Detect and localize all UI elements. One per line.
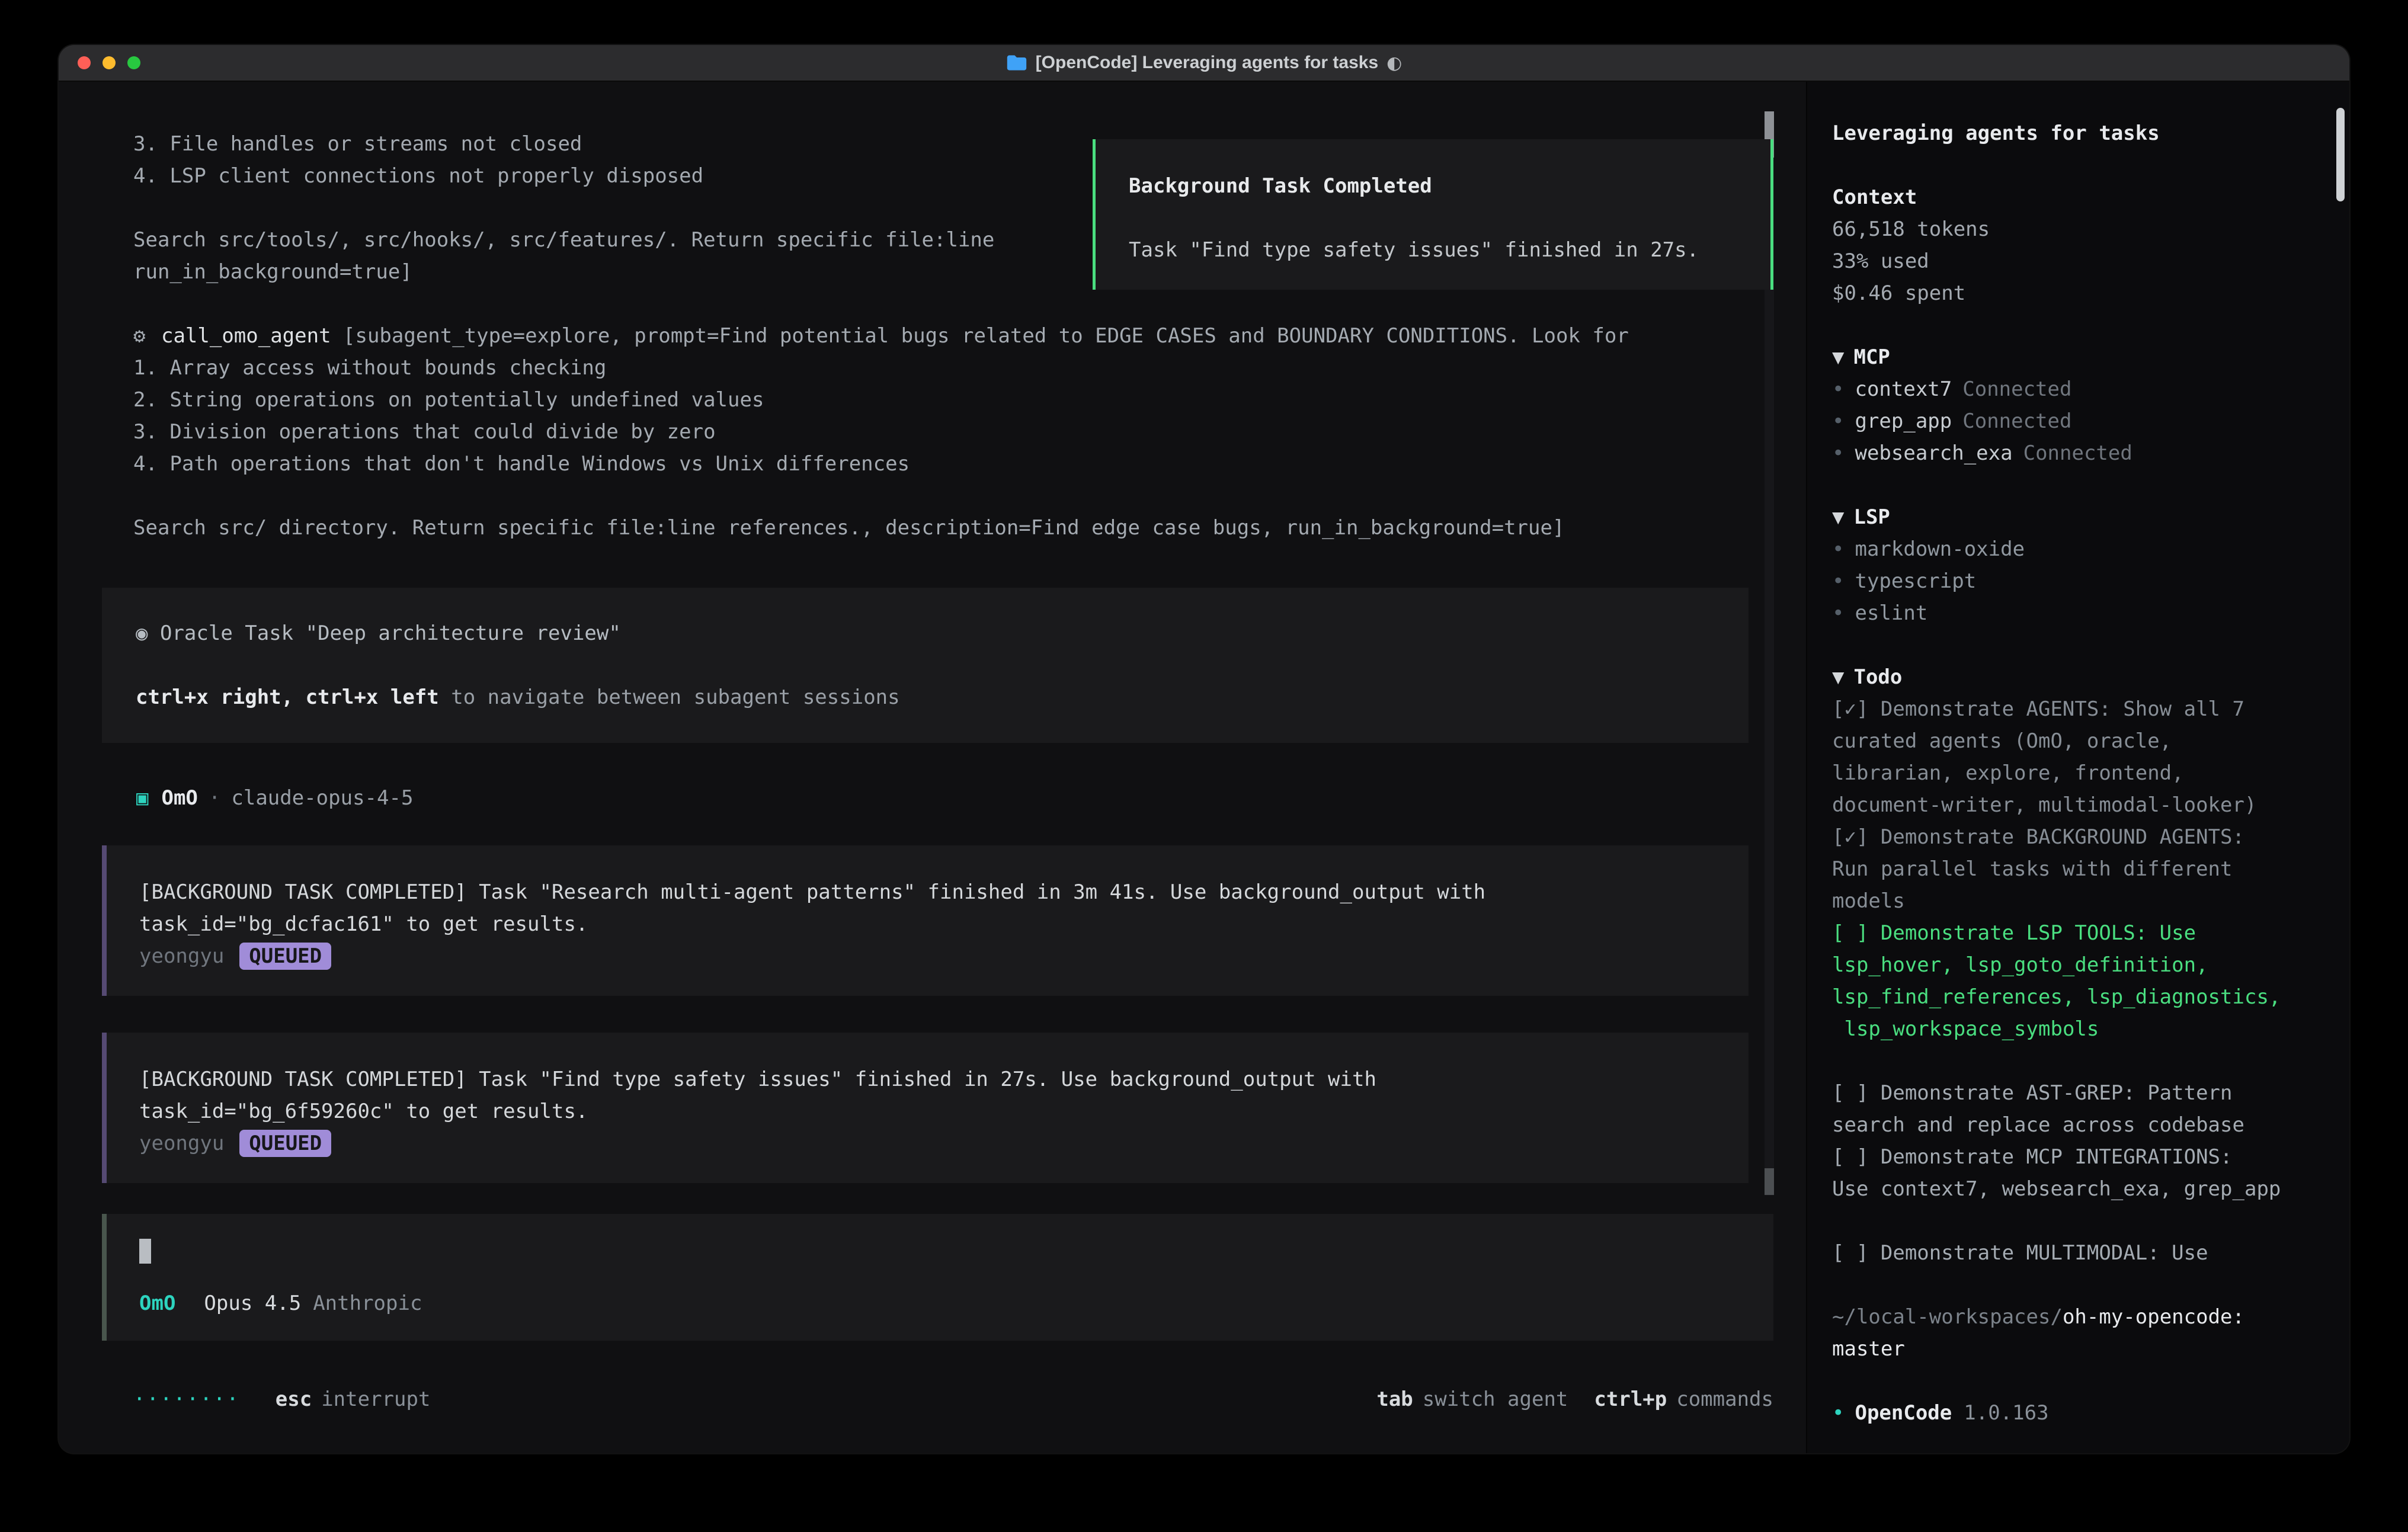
todo-item: [ ] Demonstrate MULTIMODAL: Use	[1832, 1237, 2326, 1269]
footer-agent-name: OmO	[139, 1287, 175, 1319]
mcp-status: Connected	[2023, 441, 2132, 465]
mcp-name: websearch_exa	[1855, 441, 2012, 465]
mcp-section-header[interactable]: ▼MCP	[1832, 341, 2326, 373]
tab-key-hint: tab	[1376, 1383, 1413, 1415]
sidebar: Leveraging agents for tasks Context 66,5…	[1806, 82, 2349, 1453]
context-tokens: 66,518 tokens	[1832, 213, 2326, 245]
todo-item: [ ] Demonstrate LSP TOOLS: Use lsp_hover…	[1832, 917, 2326, 1045]
chevron-down-icon: ▼	[1832, 505, 1844, 529]
toast-body: Task "Find type safety issues" finished …	[1129, 234, 1737, 266]
agent-model: claude-opus-4-5	[231, 786, 413, 810]
mcp-item: • context7 Connected	[1832, 373, 2326, 405]
input-footer: OmO Opus 4.5 Anthropic	[139, 1287, 1741, 1319]
footer-provider-name: Anthropic	[313, 1287, 422, 1319]
bullet-icon: •	[1832, 1401, 1844, 1425]
session-title: Leveraging agents for tasks	[1832, 117, 2326, 149]
todo-section-header[interactable]: ▼Todo	[1832, 661, 2326, 693]
window-title-text: [OpenCode] Leveraging agents for tasks	[1036, 53, 1378, 73]
lsp-item: • eslint	[1832, 597, 2326, 629]
status-badge: QUEUED	[239, 1130, 331, 1157]
folder-icon	[1006, 54, 1027, 72]
context-header: Context	[1832, 181, 2326, 213]
message-author: yeongyu	[139, 1127, 224, 1159]
todo-item: [ ] Demonstrate AST-GREP: Pattern search…	[1832, 1077, 2326, 1141]
esc-key-hint: esc	[276, 1383, 312, 1415]
oracle-radio-icon: ◉	[136, 621, 148, 645]
status-badge: QUEUED	[239, 943, 331, 970]
busy-indicator-icon: ◐	[1386, 53, 1402, 73]
lsp-item: • typescript	[1832, 565, 2326, 597]
message-text: [BACKGROUND TASK COMPLETED] Task "Find t…	[139, 1063, 1716, 1127]
titlebar[interactable]: [OpenCode] Leveraging agents for tasks ◐	[59, 45, 2349, 82]
lsp-section-header[interactable]: ▼LSP	[1832, 501, 2326, 533]
context-spent: $0.46 spent	[1832, 277, 2326, 309]
message-block: [BACKGROUND TASK COMPLETED] Task "Find t…	[102, 1033, 1749, 1183]
message-text: [BACKGROUND TASK COMPLETED] Task "Resear…	[139, 876, 1716, 940]
mcp-status: Connected	[1962, 409, 2071, 433]
bullet-icon: •	[1832, 601, 1844, 625]
spinner-dots-icon: ········	[133, 1383, 240, 1415]
tab-key-label: switch agent	[1423, 1383, 1568, 1415]
minimize-button[interactable]	[103, 56, 116, 69]
context-used: 33% used	[1832, 245, 2326, 277]
workspace-path: ~/local-workspaces/oh-my-opencode:	[1832, 1301, 2326, 1333]
agent-header: ▣ OmO · claude-opus-4-5	[136, 782, 1747, 814]
window-title: [OpenCode] Leveraging agents for tasks ◐	[59, 53, 2349, 73]
chevron-down-icon: ▼	[1832, 345, 1844, 369]
todo-item: [✓] Demonstrate AGENTS: Show all 7 curat…	[1832, 693, 2326, 821]
tool-args: [subagent_type=explore, prompt=Find pote…	[133, 324, 1629, 540]
lsp-name: eslint	[1855, 601, 1927, 625]
statusbar: ········ esc interrupt tab switch agent …	[133, 1383, 1773, 1415]
tool-call: ⚙ call_omo_agent [subagent_type=explore,…	[133, 320, 1747, 544]
mcp-status: Connected	[1962, 377, 2071, 401]
oracle-task-title: Oracle Task "Deep architecture review"	[160, 621, 621, 645]
agent-square-icon: ▣	[136, 786, 148, 810]
mcp-item: • grep_app Connected	[1832, 405, 2326, 437]
dot-separator-icon: ·	[209, 786, 220, 810]
bullet-icon: •	[1832, 441, 1844, 465]
commands-key-label: commands	[1676, 1383, 1773, 1415]
workspace-branch: master	[1832, 1333, 2326, 1365]
bullet-icon: •	[1832, 537, 1844, 561]
sidebar-scrollbar-thumb[interactable]	[2336, 108, 2345, 201]
todo-item: [✓] Demonstrate BACKGROUND AGENTS: Run p…	[1832, 821, 2326, 917]
lsp-name: markdown-oxide	[1855, 537, 2025, 561]
close-button[interactable]	[78, 56, 91, 69]
todo-item: [ ] Demonstrate MCP INTEGRATIONS: Use co…	[1832, 1141, 2326, 1205]
bullet-icon: •	[1832, 569, 1844, 593]
chat-pane: 3. File handles or streams not closed 4.…	[59, 82, 1806, 1453]
mcp-name: context7	[1855, 377, 1952, 401]
terminal-window: [OpenCode] Leveraging agents for tasks ◐…	[59, 45, 2349, 1453]
app-name: OpenCode	[1855, 1401, 1952, 1425]
bullet-icon: •	[1832, 409, 1844, 433]
message-block: [BACKGROUND TASK COMPLETED] Task "Resear…	[102, 845, 1749, 996]
zoom-button[interactable]	[127, 56, 140, 69]
bullet-icon: •	[1832, 377, 1844, 401]
chevron-down-icon: ▼	[1832, 665, 1844, 689]
message-author: yeongyu	[139, 940, 224, 972]
tool-name: call_omo_agent	[161, 324, 331, 348]
lsp-item: • markdown-oxide	[1832, 533, 2326, 565]
version-line: • OpenCode 1.0.163	[1832, 1397, 2326, 1429]
mcp-name: grep_app	[1855, 409, 1952, 433]
traffic-lights	[59, 56, 140, 69]
app-version: 1.0.163	[1964, 1401, 2048, 1425]
toast-title: Background Task Completed	[1129, 170, 1737, 202]
agent-name: OmO	[161, 786, 197, 810]
scrollbar-marker[interactable]	[1765, 1168, 1774, 1195]
gear-icon: ⚙	[133, 324, 145, 348]
footer-model-name: Opus 4.5	[204, 1287, 301, 1319]
oracle-hint-text: to navigate between subagent sessions	[439, 685, 900, 709]
esc-key-label: interrupt	[321, 1383, 430, 1415]
commands-key-hint: ctrl+p	[1594, 1383, 1667, 1415]
lsp-name: typescript	[1855, 569, 1976, 593]
mcp-item: • websearch_exa Connected	[1832, 437, 2326, 469]
prompt-input[interactable]: OmO Opus 4.5 Anthropic	[102, 1214, 1773, 1341]
toast-notification: Background Task Completed Task "Find typ…	[1093, 139, 1773, 290]
text-cursor	[139, 1239, 151, 1264]
oracle-hint-keys: ctrl+x right, ctrl+x left	[136, 685, 439, 709]
oracle-task-panel: ◉ Oracle Task "Deep architecture review"…	[102, 588, 1749, 743]
